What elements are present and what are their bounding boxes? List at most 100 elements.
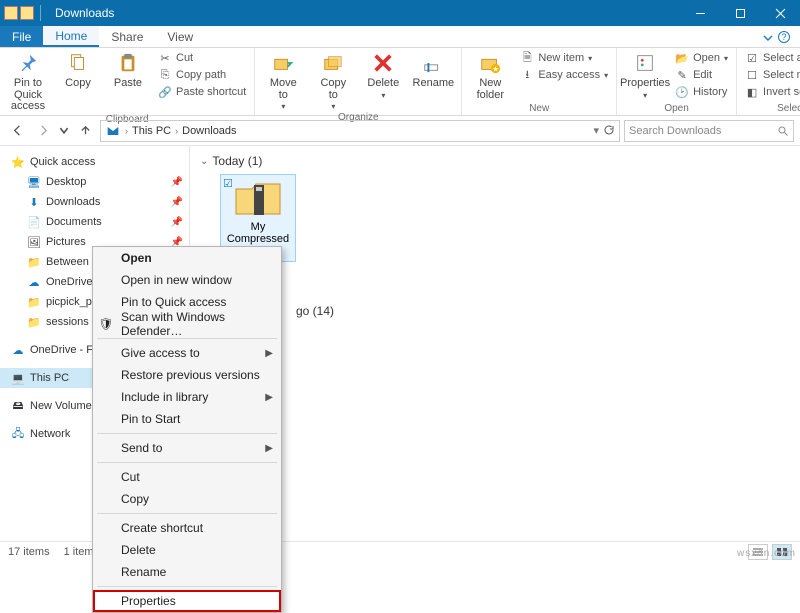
select-none-button[interactable]: ☐Select none xyxy=(743,67,800,83)
path-icon: ⎘ xyxy=(158,68,172,82)
address-bar-row: ›This PC ›Downloads ▾ Search Downloads xyxy=(0,116,800,146)
window-title: Downloads xyxy=(49,6,114,20)
ctx-divider xyxy=(97,433,277,434)
minimize-button[interactable] xyxy=(680,0,720,26)
ctx-create-shortcut[interactable]: Create shortcut xyxy=(93,517,281,539)
edit-icon: ✎ xyxy=(675,68,689,82)
zip-folder-icon xyxy=(234,179,282,219)
select-all-icon: ☑ xyxy=(745,51,759,65)
search-placeholder: Search Downloads xyxy=(629,125,777,137)
nav-recent-button[interactable] xyxy=(58,120,70,142)
pin-label: Pin to Quick access xyxy=(6,78,50,113)
delete-icon xyxy=(370,50,396,76)
folder-icon: 📁 xyxy=(26,314,42,330)
ctx-give-access[interactable]: Give access to▶ xyxy=(93,342,281,364)
tree-downloads[interactable]: ⬇Downloads📌 xyxy=(0,192,189,212)
nav-back-button[interactable] xyxy=(6,120,28,142)
select-none-icon: ☐ xyxy=(745,68,759,82)
invert-icon: ◧ xyxy=(745,85,759,99)
history-button[interactable]: 🕑History xyxy=(673,84,730,100)
copy-to-icon xyxy=(320,50,346,76)
download-icon: ⬇ xyxy=(26,194,42,210)
onedrive-icon: ☁ xyxy=(10,342,26,358)
ctx-open[interactable]: Open xyxy=(93,247,281,269)
folder-icon: 📁 xyxy=(26,254,42,270)
tree-documents[interactable]: 📄Documents📌 xyxy=(0,212,189,232)
group-header-today[interactable]: ⌄Today (1) xyxy=(200,152,790,170)
qat-properties-icon[interactable] xyxy=(20,6,34,20)
open-icon: 📂 xyxy=(675,51,689,65)
ctx-restore-versions[interactable]: Restore previous versions xyxy=(93,364,281,386)
watermark-text: wsxdn.com xyxy=(737,548,796,559)
tab-home[interactable]: Home xyxy=(43,26,99,47)
close-button[interactable] xyxy=(760,0,800,26)
ribbon-group-new: ★ New folder 🗎New item ▾ ⭳Easy access ▾ … xyxy=(462,48,617,115)
pin-icon xyxy=(15,50,41,76)
move-to-button[interactable]: Move to▾ xyxy=(261,50,305,111)
easy-access-icon: ⭳ xyxy=(520,68,534,82)
desktop-icon: 🖥 xyxy=(26,174,42,190)
tab-view[interactable]: View xyxy=(155,26,205,47)
ribbon-group-open: Properties▾ 📂Open ▾ ✎Edit 🕑History Open xyxy=(617,48,737,115)
drive-icon: 🖴 xyxy=(10,398,26,414)
pin-icon: 📌 xyxy=(171,177,183,188)
breadcrumb-segment[interactable]: ›This PC xyxy=(125,125,171,137)
tree-desktop[interactable]: 🖥Desktop📌 xyxy=(0,172,189,192)
tree-quick-access[interactable]: ⭐Quick access xyxy=(0,152,189,172)
chevron-down-icon: ⌄ xyxy=(200,156,208,167)
nav-up-button[interactable] xyxy=(74,120,96,142)
paste-button[interactable]: Paste xyxy=(106,50,150,90)
easy-access-button[interactable]: ⭳Easy access ▾ xyxy=(518,67,610,83)
ctx-rename[interactable]: Rename xyxy=(93,561,281,583)
address-bar[interactable]: ›This PC ›Downloads ▾ xyxy=(100,120,620,142)
rename-icon xyxy=(420,50,446,76)
tab-file[interactable]: File xyxy=(0,26,43,47)
move-to-icon xyxy=(270,50,296,76)
pin-icon: 📌 xyxy=(171,197,183,208)
chevron-right-icon: ▶ xyxy=(265,443,273,454)
open-button[interactable]: 📂Open ▾ xyxy=(673,50,730,66)
select-all-button[interactable]: ☑Select all xyxy=(743,50,800,66)
copy-path-button[interactable]: ⎘Copy path xyxy=(156,67,248,83)
cut-button[interactable]: ✂Cut xyxy=(156,50,248,66)
checkbox-checked-icon[interactable]: ☑ xyxy=(223,177,233,190)
scissors-icon: ✂ xyxy=(158,51,172,65)
delete-button[interactable]: Delete▾ xyxy=(361,50,405,100)
properties-button[interactable]: Properties▾ xyxy=(623,50,667,100)
ctx-properties[interactable]: Properties xyxy=(93,590,281,612)
ctx-scan-defender[interactable]: 🛡Scan with Windows Defender… xyxy=(93,313,281,335)
edit-button[interactable]: ✎Edit xyxy=(673,67,730,83)
explorer-icon xyxy=(4,6,18,20)
ribbon-collapse-button[interactable]: ? xyxy=(752,26,800,47)
ctx-divider xyxy=(97,462,277,463)
ctx-copy[interactable]: Copy xyxy=(93,488,281,510)
tab-share[interactable]: Share xyxy=(99,26,155,47)
ctx-pin-start[interactable]: Pin to Start xyxy=(93,408,281,430)
paste-shortcut-button[interactable]: 🔗Paste shortcut xyxy=(156,84,248,100)
ctx-cut[interactable]: Cut xyxy=(93,466,281,488)
copy-to-button[interactable]: Copy to▾ xyxy=(311,50,355,111)
refresh-button[interactable] xyxy=(603,124,615,137)
rename-button[interactable]: Rename xyxy=(411,50,455,90)
nav-forward-button[interactable] xyxy=(32,120,54,142)
new-folder-button[interactable]: ★ New folder xyxy=(468,50,512,101)
copy-button[interactable]: Copy xyxy=(56,50,100,90)
maximize-button[interactable] xyxy=(720,0,760,26)
ctx-include-library[interactable]: Include in library▶ xyxy=(93,386,281,408)
ctx-delete[interactable]: Delete xyxy=(93,539,281,561)
new-item-button[interactable]: 🗎New item ▾ xyxy=(518,50,610,66)
help-icon[interactable]: ? xyxy=(778,31,790,43)
group-header-long-ago[interactable]: go (14) xyxy=(296,302,790,320)
ctx-send-to[interactable]: Send to▶ xyxy=(93,437,281,459)
properties-icon xyxy=(632,50,658,76)
ctx-open-new-window[interactable]: Open in new window xyxy=(93,269,281,291)
svg-text:★: ★ xyxy=(493,64,500,73)
breadcrumb-segment[interactable]: ›Downloads xyxy=(175,125,236,137)
ribbon: Pin to Quick access Copy Paste ✂Cut ⎘Cop… xyxy=(0,48,800,116)
ctx-divider xyxy=(97,338,277,339)
pin-to-quick-access-button[interactable]: Pin to Quick access xyxy=(6,50,50,113)
address-dropdown-button[interactable]: ▾ xyxy=(593,124,599,137)
invert-selection-button[interactable]: ◧Invert selection xyxy=(743,84,800,100)
network-icon: 🖧 xyxy=(10,426,26,442)
search-box[interactable]: Search Downloads xyxy=(624,120,794,142)
